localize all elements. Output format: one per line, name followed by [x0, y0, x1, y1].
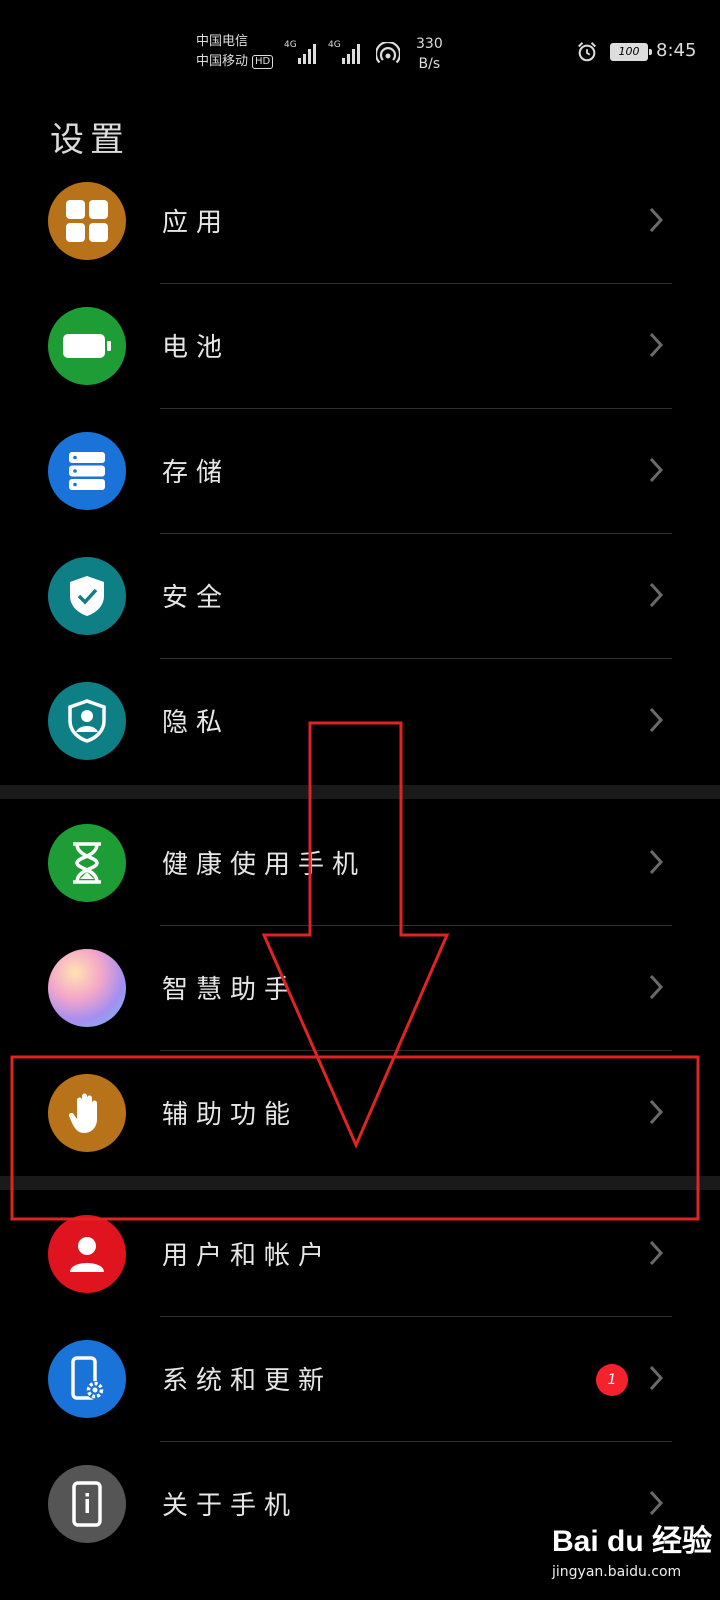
- settings-item-accessibility[interactable]: 辅助功能: [0, 1050, 720, 1176]
- privacy-shield-icon: [48, 682, 126, 760]
- settings-item-label: 存储: [162, 458, 231, 488]
- carrier-info: 中国电信 中国移动 HD: [196, 32, 274, 72]
- status-bar: 中国电信 中国移动 HD 4G 4G 330 B/s 100 8:45: [0, 0, 720, 100]
- speed-value: 330: [416, 36, 443, 52]
- watermark-url: jingyan.baidu.com: [552, 1564, 682, 1580]
- assistant-orb-icon: [48, 949, 126, 1027]
- storage-icon: [48, 432, 126, 510]
- chevron-right-icon: [649, 1365, 664, 1391]
- hand-icon: [48, 1074, 126, 1152]
- hourglass-icon: [48, 824, 126, 902]
- chevron-right-icon: [649, 457, 664, 483]
- phone-info-icon: [48, 1465, 126, 1543]
- settings-item-apps[interactable]: 应用: [0, 158, 720, 284]
- section-divider: [0, 1176, 720, 1190]
- settings-item-smart-assistant[interactable]: 智慧助手: [0, 925, 720, 1051]
- settings-item-label: 关于手机: [162, 1491, 299, 1521]
- shield-check-icon: [48, 557, 126, 635]
- section-divider: [0, 785, 720, 799]
- chevron-right-icon: [649, 1490, 664, 1516]
- settings-item-users-accounts[interactable]: 用户和帐户: [0, 1191, 720, 1317]
- settings-item-label: 电池: [162, 333, 231, 363]
- notification-badge: 1: [596, 1364, 628, 1396]
- settings-item-battery[interactable]: 电池: [0, 283, 720, 409]
- carrier-1: 中国电信: [196, 34, 249, 49]
- settings-item-label: 辅助功能: [162, 1100, 299, 1130]
- network-type-1: 4G: [284, 40, 297, 50]
- network-type-2: 4G: [328, 40, 341, 50]
- settings-item-system-update[interactable]: 系统和更新 1: [0, 1316, 720, 1442]
- chevron-right-icon: [649, 1099, 664, 1125]
- settings-item-label: 健康使用手机: [162, 850, 367, 880]
- watermark-logo: Bai du 经验: [552, 1525, 713, 1558]
- page-title: 设置: [50, 120, 130, 160]
- chevron-right-icon: [649, 332, 664, 358]
- settings-item-label: 应用: [162, 208, 231, 238]
- chevron-right-icon: [649, 974, 664, 1000]
- carrier-2: 中国移动: [196, 54, 249, 69]
- settings-item-label: 隐私: [162, 708, 231, 738]
- clock: 8:45: [656, 40, 697, 61]
- phone-settings-icon: [48, 1340, 126, 1418]
- chevron-right-icon: [649, 1240, 664, 1266]
- settings-item-label: 智慧助手: [162, 975, 299, 1005]
- settings-item-storage[interactable]: 存储: [0, 408, 720, 534]
- settings-item-label: 系统和更新: [162, 1366, 333, 1396]
- user-icon: [48, 1215, 126, 1293]
- alarm-icon: [578, 42, 596, 62]
- chevron-right-icon: [649, 582, 664, 608]
- settings-item-privacy[interactable]: 隐私: [0, 658, 720, 784]
- settings-item-label: 安全: [162, 583, 231, 613]
- signal-bars-2-icon: [342, 42, 360, 64]
- chevron-right-icon: [649, 707, 664, 733]
- chevron-right-icon: [649, 207, 664, 233]
- hd-badge: HD: [252, 54, 274, 69]
- battery-icon: [48, 307, 126, 385]
- settings-item-label: 用户和帐户: [162, 1241, 333, 1271]
- apps-grid-icon: [48, 182, 126, 260]
- battery-indicator: 100: [610, 43, 652, 61]
- signal-bars-1-icon: [298, 42, 316, 64]
- watermark: Bai du 经验 jingyan.baidu.com: [552, 1516, 713, 1580]
- settings-item-digital-balance[interactable]: 健康使用手机: [0, 800, 720, 926]
- settings-item-security[interactable]: 安全: [0, 533, 720, 659]
- hotspot-icon: [376, 42, 400, 64]
- chevron-right-icon: [649, 849, 664, 875]
- network-speed: 330 B/s: [416, 34, 443, 74]
- speed-unit: B/s: [418, 56, 441, 72]
